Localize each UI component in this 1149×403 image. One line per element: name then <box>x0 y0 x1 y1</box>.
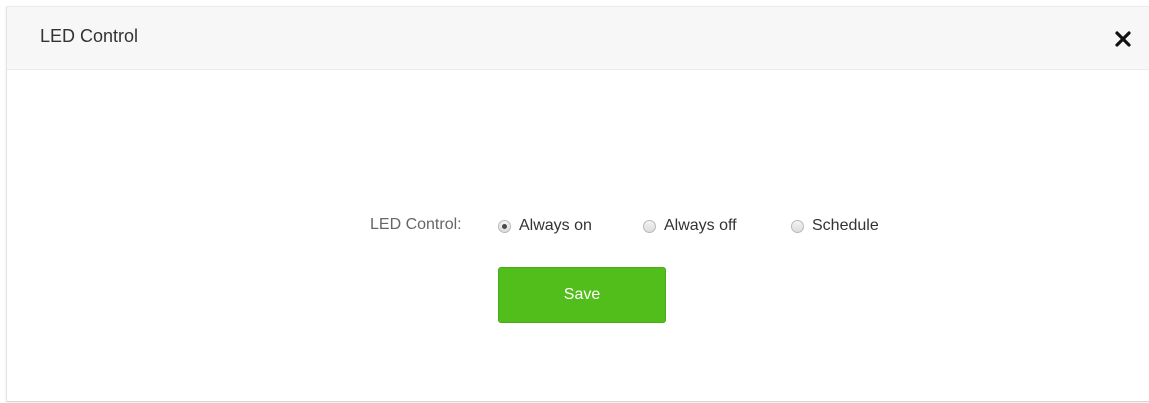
close-icon <box>1115 31 1131 47</box>
radio-label-always-on: Always on <box>519 217 592 234</box>
dialog-title: LED Control <box>40 26 139 46</box>
radio-label-always-off: Always off <box>664 217 737 234</box>
dialog-header: LED Control <box>7 7 1149 70</box>
radio-button-checked[interactable] <box>498 219 511 233</box>
radio-button-unchecked[interactable] <box>643 219 656 233</box>
close-button[interactable] <box>1111 27 1135 51</box>
radio-always-on[interactable]: Always on <box>498 214 592 238</box>
save-button[interactable]: Save <box>498 267 666 323</box>
radio-label-schedule: Schedule <box>812 217 879 234</box>
radio-button-unchecked[interactable] <box>791 219 804 233</box>
radio-schedule[interactable]: Schedule <box>791 214 879 238</box>
led-control-field: LED Control: Always on Always off Schedu… <box>7 214 1149 238</box>
led-control-label: LED Control: <box>370 216 462 233</box>
led-control-dialog: LED Control LED Control: Always on Alway… <box>6 6 1149 402</box>
radio-always-off[interactable]: Always off <box>643 214 737 238</box>
